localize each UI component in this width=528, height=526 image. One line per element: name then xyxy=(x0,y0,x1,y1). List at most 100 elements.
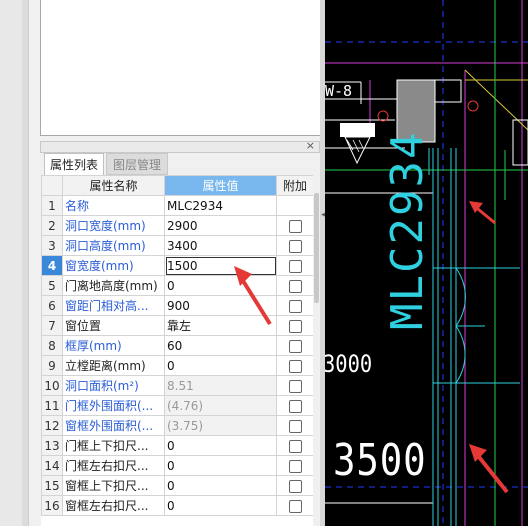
row-index[interactable]: 13 xyxy=(41,435,63,456)
row-index[interactable]: 9 xyxy=(41,355,63,376)
property-name: 窗框左右扣尺... xyxy=(62,495,165,516)
row-index[interactable]: 7 xyxy=(41,315,63,336)
side-scrollbar[interactable] xyxy=(22,0,28,526)
cad-dimension-3000: 3000 xyxy=(325,350,373,378)
row-index[interactable]: 1 xyxy=(41,195,63,216)
row-index[interactable]: 16 xyxy=(41,495,63,516)
checkbox-icon[interactable] xyxy=(288,299,302,313)
extra-cell xyxy=(276,235,313,256)
preview-pane xyxy=(40,0,322,136)
property-value[interactable]: 8.51 xyxy=(164,375,277,396)
table-row[interactable]: 12 窗框外围面积(... (3.75) xyxy=(41,415,313,436)
table-row[interactable]: 14 门框左右扣尺... 0 xyxy=(41,455,313,476)
extra-cell xyxy=(276,355,313,376)
scrollbar-thumb[interactable] xyxy=(314,193,319,303)
row-index[interactable]: 10 xyxy=(41,375,63,396)
checkbox-icon[interactable] xyxy=(288,479,302,493)
extra-cell xyxy=(276,315,313,336)
property-name: 门离地高度(mm) xyxy=(62,275,165,296)
close-icon[interactable]: × xyxy=(306,139,315,153)
property-name: 立樘距离(mm) xyxy=(62,355,165,376)
cad-drawing-canvas[interactable]: W-8 3000 3500 MLC2934 xyxy=(325,0,528,526)
row-index[interactable]: 5 xyxy=(41,275,63,296)
tab-layer-management[interactable]: 图层管理 xyxy=(106,153,168,175)
checkbox-icon[interactable] xyxy=(288,459,302,473)
table-row[interactable]: 8 框厚(mm) 60 xyxy=(41,335,313,356)
row-index[interactable]: 6 xyxy=(41,295,63,316)
cad-window-label: MLC2934 xyxy=(382,130,433,330)
table-row[interactable]: 16 窗框左右扣尺... 0 xyxy=(41,495,313,516)
table-row[interactable]: 11 门框外围面积(... (4.76) xyxy=(41,395,313,416)
checkbox-icon[interactable] xyxy=(288,499,302,513)
extra-cell xyxy=(276,475,313,496)
extra-cell xyxy=(276,395,313,416)
arrow-annotation-icon xyxy=(234,266,272,326)
checkbox-icon[interactable] xyxy=(288,219,302,233)
checkbox-icon[interactable] xyxy=(288,439,302,453)
table-row[interactable]: 9 立樘距离(mm) 0 xyxy=(41,355,313,376)
extra-cell xyxy=(276,255,313,276)
extra-cell xyxy=(276,195,313,216)
property-value[interactable]: (4.76) xyxy=(164,395,277,416)
table-scrollbar[interactable] xyxy=(313,175,320,526)
row-index[interactable]: 15 xyxy=(41,475,63,496)
extra-cell xyxy=(276,495,313,516)
property-name: 窗距门相对高... xyxy=(62,295,165,316)
property-value[interactable]: (3.75) xyxy=(164,415,277,436)
tab-property-list[interactable]: 属性列表 xyxy=(44,153,104,175)
table-row[interactable]: 10 洞口面积(m²) 8.51 xyxy=(41,375,313,396)
table-row[interactable]: 3 洞口高度(mm) 3400 xyxy=(41,235,313,256)
property-name: 框厚(mm) xyxy=(62,335,165,356)
property-name: 门框上下扣尺... xyxy=(62,435,165,456)
checkbox-icon[interactable] xyxy=(288,419,302,433)
extra-cell xyxy=(276,455,313,476)
row-index[interactable]: 2 xyxy=(41,215,63,236)
property-value[interactable]: 0 xyxy=(164,495,277,516)
row-index[interactable]: 8 xyxy=(41,335,63,356)
property-name: 洞口面积(m²) xyxy=(62,375,165,396)
table-row[interactable]: 2 洞口宽度(mm) 2900 xyxy=(41,215,313,236)
property-value[interactable]: 0 xyxy=(164,355,277,376)
property-name: 门框外围面积(... xyxy=(62,395,165,416)
index-header xyxy=(41,175,63,196)
property-name: 门框左右扣尺... xyxy=(62,455,165,476)
cad-label-w8: W-8 xyxy=(325,82,353,100)
property-value[interactable]: 0 xyxy=(164,475,277,496)
checkbox-icon[interactable] xyxy=(288,399,302,413)
table-row[interactable]: 1 名称 MLC2934 xyxy=(41,195,313,216)
property-value[interactable]: MLC2934 xyxy=(164,195,277,216)
row-index[interactable]: 12 xyxy=(41,415,63,436)
table-row[interactable]: 15 窗框上下扣尺... 0 xyxy=(41,475,313,496)
cad-dimension-3500: 3500 xyxy=(333,435,427,486)
extra-cell xyxy=(276,335,313,356)
extra-header[interactable]: 附加 xyxy=(276,175,313,196)
checkbox-icon[interactable] xyxy=(288,339,302,353)
checkbox-icon[interactable] xyxy=(288,359,302,373)
tab-bar: 属性列表 图层管理 xyxy=(40,153,320,175)
row-index[interactable]: 14 xyxy=(41,455,63,476)
name-header[interactable]: 属性名称 xyxy=(62,175,165,196)
property-name: 洞口高度(mm) xyxy=(62,235,165,256)
property-name: 洞口宽度(mm) xyxy=(62,215,165,236)
checkbox-icon[interactable] xyxy=(288,319,302,333)
arrow-annotation-icon xyxy=(469,444,509,494)
property-value[interactable]: 60 xyxy=(164,335,277,356)
property-value[interactable]: 2900 xyxy=(164,215,277,236)
extra-cell xyxy=(276,295,313,316)
property-value[interactable]: 0 xyxy=(164,455,277,476)
extra-cell xyxy=(276,375,313,396)
checkbox-icon[interactable] xyxy=(288,239,302,253)
checkbox-icon[interactable] xyxy=(288,379,302,393)
value-header[interactable]: 属性值 xyxy=(164,175,277,196)
checkbox-icon[interactable] xyxy=(288,279,302,293)
table-row[interactable]: 13 门框上下扣尺... 0 xyxy=(41,435,313,456)
row-index[interactable]: 11 xyxy=(41,395,63,416)
property-name: 窗宽度(mm) xyxy=(62,255,165,276)
row-index[interactable]: 3 xyxy=(41,235,63,256)
property-value[interactable]: 0 xyxy=(164,435,277,456)
extra-cell xyxy=(276,215,313,236)
property-value[interactable]: 3400 xyxy=(164,235,277,256)
checkbox-icon[interactable] xyxy=(288,259,302,273)
panel-title-bar: × xyxy=(40,139,320,153)
row-index[interactable]: 4 xyxy=(41,255,63,276)
